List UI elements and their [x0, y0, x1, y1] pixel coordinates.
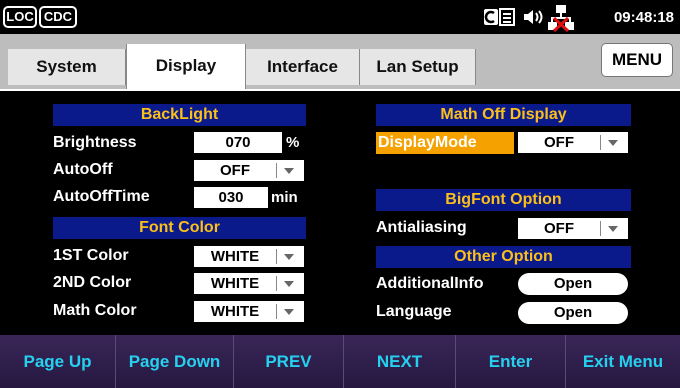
font-color-header: Font Color: [53, 217, 306, 239]
dropdown-separator: [276, 163, 277, 178]
loc-indicator: LOC: [3, 6, 37, 28]
autooff-value: OFF: [220, 162, 250, 179]
language-label: Language: [376, 303, 452, 320]
math-color-dropdown[interactable]: WHITE: [194, 301, 304, 322]
dropdown-separator: [276, 304, 277, 319]
page-down-button[interactable]: Page Down: [116, 335, 234, 388]
dropdown-separator: [276, 276, 277, 291]
keyboard-icon: [484, 8, 516, 26]
chevron-down-icon: [284, 168, 294, 174]
first-color-value: WHITE: [210, 248, 260, 265]
displaymode-value: OFF: [544, 134, 574, 151]
dropdown-separator: [276, 249, 277, 264]
brightness-label: Brightness: [53, 134, 137, 151]
autooff-label: AutoOff: [53, 161, 113, 178]
autoofftime-unit: min: [271, 189, 298, 206]
cdc-indicator: CDC: [39, 6, 77, 28]
enter-button[interactable]: Enter: [456, 335, 566, 388]
tab-interface[interactable]: Interface: [246, 49, 360, 85]
autooff-dropdown[interactable]: OFF: [194, 160, 304, 181]
prev-button[interactable]: PREV: [234, 335, 344, 388]
first-color-dropdown[interactable]: WHITE: [194, 246, 304, 267]
language-open-button[interactable]: Open: [518, 302, 628, 324]
additionalinfo-label: AdditionalInfo: [376, 275, 484, 292]
antialiasing-value: OFF: [544, 220, 574, 237]
chevron-down-icon: [284, 281, 294, 287]
second-color-value: WHITE: [210, 275, 260, 292]
network-disconnected-icon: [548, 4, 574, 33]
second-color-dropdown[interactable]: WHITE: [194, 273, 304, 294]
chevron-down-icon: [608, 140, 618, 146]
math-color-label: Math Color: [53, 302, 137, 319]
math-color-value: WHITE: [210, 303, 260, 320]
status-bar: [0, 0, 680, 34]
brightness-unit: %: [286, 134, 300, 151]
tab-system[interactable]: System: [8, 49, 126, 85]
displaymode-dropdown[interactable]: OFF: [518, 132, 628, 153]
displaymode-label: DisplayMode: [376, 132, 514, 154]
other-option-header: Other Option: [376, 246, 631, 268]
next-button[interactable]: NEXT: [344, 335, 456, 388]
page-up-button[interactable]: Page Up: [0, 335, 116, 388]
additionalinfo-open-button[interactable]: Open: [518, 273, 628, 295]
antialiasing-label: Antialiasing: [376, 219, 467, 236]
tab-display[interactable]: Display: [126, 44, 246, 89]
menu-button[interactable]: MENU: [601, 43, 673, 77]
chevron-down-icon: [608, 226, 618, 232]
tab-lan-setup[interactable]: Lan Setup: [360, 49, 476, 85]
speaker-icon: [523, 8, 545, 26]
first-color-label: 1ST Color: [53, 247, 129, 264]
brightness-input[interactable]: 070: [194, 132, 282, 153]
clock: 09:48:18: [613, 9, 674, 26]
second-color-label: 2ND Color: [53, 274, 132, 291]
backlight-header: BackLight: [53, 104, 306, 126]
math-off-header: Math Off Display: [376, 104, 631, 126]
chevron-down-icon: [284, 309, 294, 315]
dropdown-separator: [600, 221, 601, 236]
exit-menu-button[interactable]: Exit Menu: [566, 335, 680, 388]
antialiasing-dropdown[interactable]: OFF: [518, 218, 628, 239]
autoofftime-input[interactable]: 030: [194, 187, 268, 208]
chevron-down-icon: [284, 254, 294, 260]
autoofftime-label: AutoOffTime: [53, 188, 150, 205]
dropdown-separator: [600, 135, 601, 150]
bigfont-header: BigFont Option: [376, 189, 631, 211]
